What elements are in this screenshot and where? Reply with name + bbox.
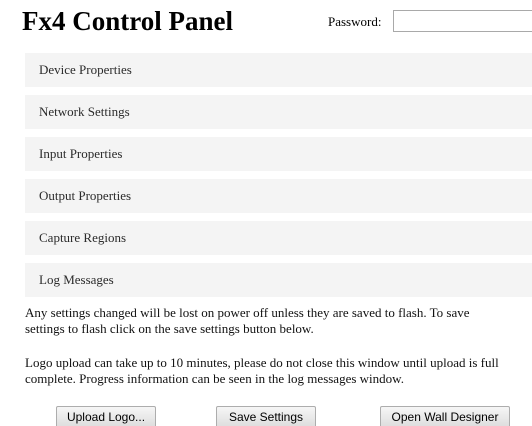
logo-note-line-2: complete. Progress information can be se… (25, 371, 404, 386)
section-capture-regions[interactable]: Capture Regions (25, 221, 532, 255)
save-note-line-2: settings to flash click on the save sett… (25, 321, 314, 336)
section-network-settings[interactable]: Network Settings (25, 95, 532, 129)
password-label: Password: (328, 14, 382, 29)
page-title: Fx4 Control Panel (22, 6, 233, 36)
upload-logo-button[interactable]: Upload Logo... (56, 406, 156, 426)
save-note-line-1: Any settings changed will be lost on pow… (25, 305, 470, 320)
section-output-properties[interactable]: Output Properties (25, 179, 532, 213)
section-log-messages[interactable]: Log Messages (25, 263, 532, 297)
open-wall-designer-button[interactable]: Open Wall Designer (380, 406, 510, 426)
save-settings-button[interactable]: Save Settings (216, 406, 316, 426)
section-input-properties[interactable]: Input Properties (25, 137, 532, 171)
accordion-sections: Device Properties Network Settings Input… (25, 53, 532, 305)
logo-upload-note: Logo upload can take up to 10 minutes, p… (25, 355, 532, 387)
save-settings-note: Any settings changed will be lost on pow… (25, 305, 532, 337)
logo-note-line-1: Logo upload can take up to 10 minutes, p… (25, 355, 499, 370)
password-input[interactable] (393, 10, 532, 32)
section-device-properties[interactable]: Device Properties (25, 53, 532, 87)
